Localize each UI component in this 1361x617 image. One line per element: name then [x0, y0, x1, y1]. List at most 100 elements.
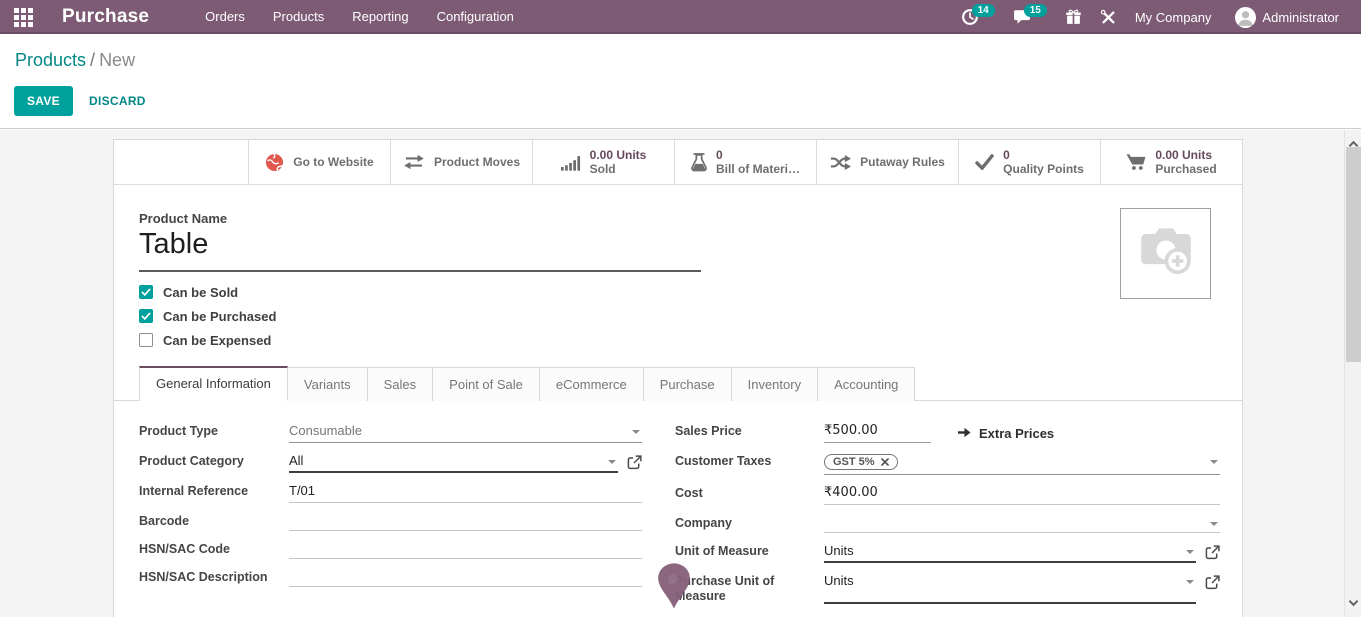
can-be-expensed-option[interactable]: Can be Expensed — [139, 333, 1217, 348]
tab-point-of-sale[interactable]: Point of Sale — [432, 367, 540, 401]
product-type-label: Product Type — [139, 422, 289, 443]
hsn-sac-code-input[interactable] — [289, 540, 642, 559]
product-image-upload[interactable] — [1120, 208, 1211, 299]
product-moves-button[interactable]: Product Moves — [390, 140, 532, 184]
customer-taxes-input[interactable]: GST 5% — [824, 452, 1220, 475]
activities-button[interactable]: 14 — [952, 0, 1004, 34]
extra-prices-link[interactable]: Extra Prices — [957, 422, 1054, 443]
vertical-scrollbar[interactable] — [1344, 130, 1361, 617]
checkbox-unchecked-icon[interactable] — [139, 333, 153, 347]
stat-value: 0 — [716, 148, 800, 162]
barcode-input[interactable] — [289, 512, 642, 531]
checkbox-checked-icon[interactable] — [139, 285, 153, 299]
menu-reporting[interactable]: Reporting — [338, 0, 422, 34]
tax-tag: GST 5% — [824, 454, 898, 470]
bill-of-materials-button[interactable]: 0 Bill of Materi… — [674, 140, 816, 184]
hsn-sac-description-input[interactable] — [289, 568, 642, 587]
tab-ecommerce[interactable]: eCommerce — [539, 367, 644, 401]
tab-inventory[interactable]: Inventory — [731, 367, 818, 401]
tab-purchase[interactable]: Purchase — [643, 367, 732, 401]
product-name-label: Product Name — [139, 211, 1217, 226]
option-label: Can be Purchased — [163, 309, 276, 324]
scroll-down-arrow[interactable] — [1348, 594, 1359, 612]
units-purchased-button[interactable]: 0.00 Units Purchased — [1100, 140, 1242, 184]
barcode-label: Barcode — [139, 512, 289, 531]
chevron-down-icon[interactable] — [1186, 580, 1194, 584]
customer-taxes-label: Customer Taxes — [675, 452, 824, 475]
tab-variants[interactable]: Variants — [287, 367, 368, 401]
stat-value: 0 — [1003, 148, 1084, 162]
product-name-input[interactable]: Table — [139, 226, 701, 272]
stat-empty-cell — [114, 140, 248, 184]
external-link-icon[interactable] — [1205, 545, 1220, 560]
sales-price-input[interactable]: ₹500.00 — [824, 422, 931, 443]
chevron-down-icon[interactable] — [632, 430, 640, 434]
main-menu: Orders Products Reporting Configuration — [191, 0, 528, 34]
tab-accounting[interactable]: Accounting — [817, 367, 915, 401]
can-be-sold-option[interactable]: Can be Sold — [139, 285, 1217, 300]
stat-value: 0.00 Units — [1155, 148, 1216, 162]
scrollbar-thumb[interactable] — [1346, 147, 1361, 362]
tab-sales[interactable]: Sales — [367, 367, 434, 401]
check-icon — [975, 154, 994, 170]
chevron-down-icon[interactable] — [608, 460, 616, 464]
purchase-unit-of-measure-select[interactable]: Units — [824, 572, 1196, 604]
shuffle-icon — [830, 154, 851, 171]
bar-chart-icon — [561, 154, 581, 171]
remove-tag-icon[interactable] — [881, 458, 889, 466]
menu-orders[interactable]: Orders — [191, 0, 259, 34]
form-right-column: Sales Price ₹500.00 Extra Prices Custome… — [675, 422, 1220, 613]
internal-reference-input[interactable]: T/01 — [289, 482, 642, 503]
chevron-down-icon[interactable] — [1186, 550, 1194, 554]
form-main: Product Name Table Can be Sold Can be Pu… — [114, 211, 1242, 348]
tab-general-information[interactable]: General Information — [139, 366, 288, 401]
save-button[interactable]: SAVE — [14, 86, 73, 116]
breadcrumb: Products/New — [15, 50, 135, 71]
top-navbar: Purchase Orders Products Reporting Confi… — [0, 0, 1361, 34]
product-options: Can be Sold Can be Purchased Can be Expe… — [139, 285, 1217, 348]
stat-label: Quality Points — [1003, 162, 1084, 176]
camera-plus-icon — [1135, 223, 1197, 284]
cost-input[interactable]: ₹400.00 — [824, 484, 1220, 505]
gift-button[interactable] — [1056, 0, 1091, 34]
stat-label: Sold — [590, 162, 616, 176]
user-menu[interactable]: Administrator — [1235, 7, 1349, 28]
company-label: Company — [675, 514, 824, 533]
company-select[interactable] — [824, 514, 1220, 533]
external-link-icon[interactable] — [627, 455, 642, 470]
systray: 14 15 My Company Administrator — [952, 0, 1361, 34]
product-category-select[interactable]: All — [289, 452, 618, 473]
external-link-icon[interactable] — [1205, 575, 1220, 590]
go-to-website-button[interactable]: Go to Website — [248, 140, 390, 184]
stat-label: Go to Website — [293, 155, 373, 169]
hsn-sac-code-label: HSN/SAC Code — [139, 540, 289, 559]
activity-count-badge: 14 — [972, 4, 995, 17]
chevron-down-icon[interactable] — [1210, 460, 1218, 464]
stat-value: 0.00 Units — [590, 148, 647, 162]
quality-points-button[interactable]: 0 Quality Points — [958, 140, 1100, 184]
stat-label: Bill of Materi… — [716, 162, 800, 176]
menu-configuration[interactable]: Configuration — [423, 0, 528, 34]
apps-grid-icon[interactable] — [14, 8, 33, 27]
putaway-rules-button[interactable]: Putaway Rules — [816, 140, 958, 184]
app-title[interactable]: Purchase — [62, 6, 149, 28]
internal-reference-label: Internal Reference — [139, 482, 289, 503]
discard-button[interactable]: DISCARD — [89, 94, 146, 108]
messages-button[interactable]: 15 — [1004, 0, 1056, 34]
checkbox-checked-icon[interactable] — [139, 309, 153, 323]
company-switcher[interactable]: My Company — [1125, 10, 1222, 25]
breadcrumb-products-link[interactable]: Products — [15, 50, 86, 70]
can-be-purchased-option[interactable]: Can be Purchased — [139, 309, 1217, 324]
sales-price-label: Sales Price — [675, 422, 824, 443]
chevron-down-icon[interactable] — [1210, 522, 1218, 526]
tools-button[interactable] — [1091, 0, 1125, 34]
hsn-sac-description-label: HSN/SAC Description — [139, 568, 289, 587]
form-sheet: Go to Website Product Moves 0.00 Units S… — [113, 139, 1243, 617]
arrow-right-icon — [957, 426, 971, 442]
unit-of-measure-select[interactable]: Units — [824, 542, 1196, 563]
product-type-select[interactable]: Consumable — [289, 422, 642, 443]
units-sold-button[interactable]: 0.00 Units Sold — [532, 140, 674, 184]
tools-icon — [1100, 9, 1116, 25]
cart-icon — [1126, 153, 1146, 171]
menu-products[interactable]: Products — [259, 0, 338, 34]
